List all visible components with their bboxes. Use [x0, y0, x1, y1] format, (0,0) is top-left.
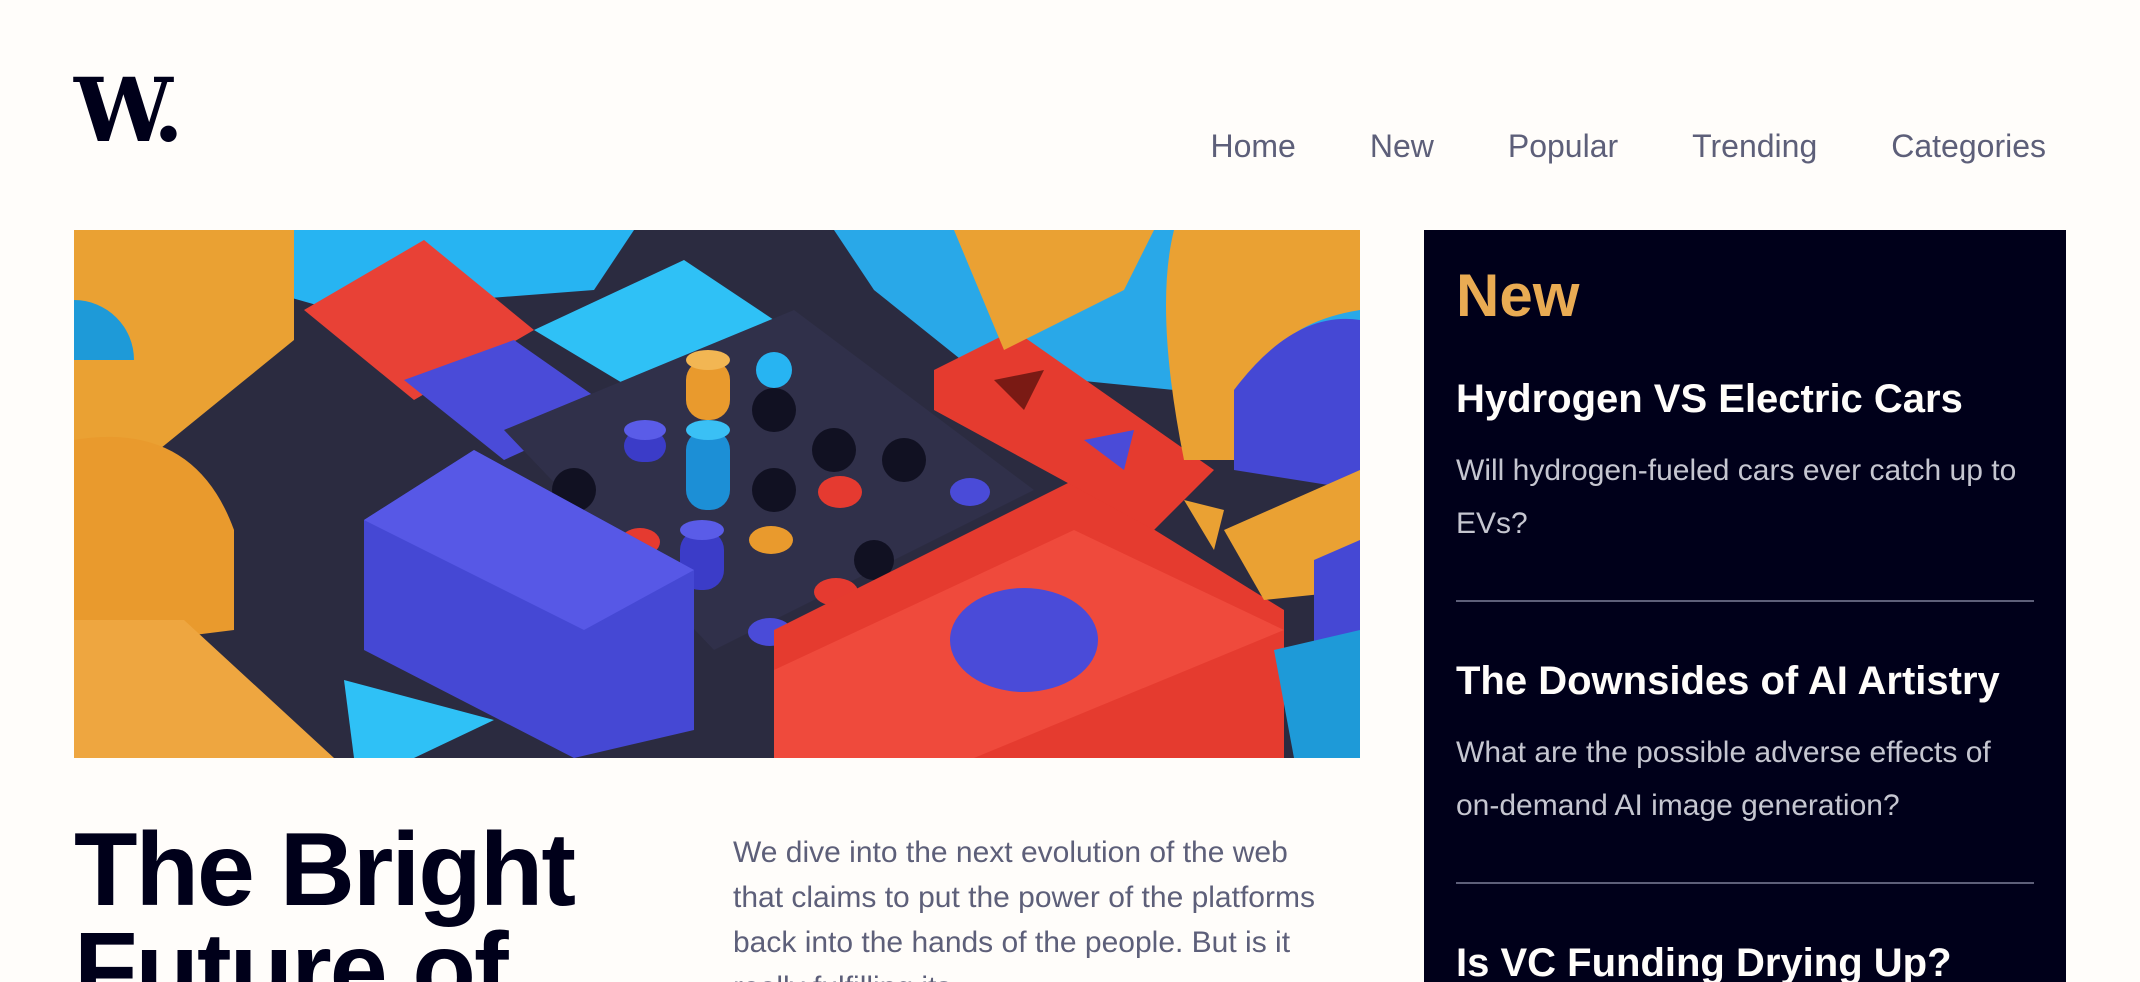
nav-trending[interactable]: Trending	[1692, 128, 1817, 165]
sidebar-article[interactable]: The Downsides of AI Artistry What are th…	[1456, 658, 2034, 832]
headline-line-1: The Bright	[74, 812, 576, 928]
sidebar-title: New	[1456, 262, 1580, 329]
sidebar-article[interactable]: Hydrogen VS Electric Cars Will hydrogen-…	[1456, 376, 2034, 550]
nav-categories[interactable]: Categories	[1891, 128, 2046, 165]
sidebar-article-summary: What are the possible adverse effects of…	[1456, 736, 1991, 822]
article-headline[interactable]: The Bright Future of	[74, 818, 576, 982]
nav-new[interactable]: New	[1370, 128, 1434, 165]
sidebar-article-title[interactable]: The Downsides of AI Artistry	[1456, 658, 2034, 704]
nav-popular[interactable]: Popular	[1508, 128, 1618, 165]
sidebar-article-title[interactable]: Is VC Funding Drying Up?	[1456, 940, 2034, 982]
hero-image	[74, 230, 1360, 758]
sidebar-article-summary: Will hydrogen-fueled cars ever catch up …	[1456, 454, 2017, 540]
sidebar-article[interactable]: Is VC Funding Drying Up?	[1456, 940, 2034, 982]
divider	[1456, 600, 2034, 602]
nav-home[interactable]: Home	[1210, 128, 1295, 165]
site-logo[interactable]: W.	[74, 66, 184, 154]
new-articles-sidebar: New Hydrogen VS Electric Cars Will hydro…	[1424, 230, 2066, 982]
article-lede: We dive into the next evolution of the w…	[733, 836, 1315, 982]
sidebar-article-title[interactable]: Hydrogen VS Electric Cars	[1456, 376, 2034, 422]
divider	[1456, 882, 2034, 884]
main-nav: Home New Popular Trending Categories	[1210, 128, 2046, 165]
headline-line-2: Future of	[74, 912, 509, 982]
abstract-3d-blocks-image	[74, 230, 1360, 758]
